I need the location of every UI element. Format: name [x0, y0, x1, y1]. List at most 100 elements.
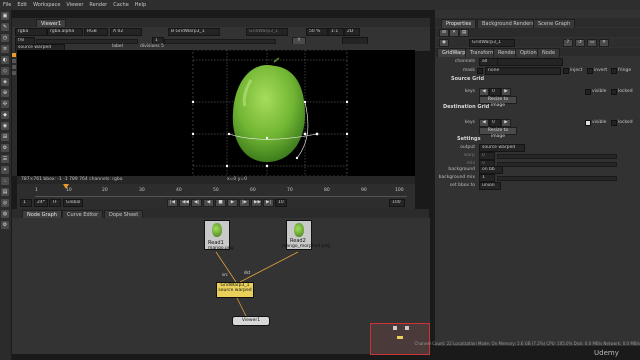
cara-icon[interactable]: ◎	[1, 199, 9, 207]
image-icon[interactable]: ▣	[1, 12, 9, 20]
warp-field[interactable]: 0	[479, 152, 495, 160]
ratio-dropdown[interactable]: 1:1	[328, 28, 344, 36]
source-visible-checkbox[interactable]	[585, 89, 591, 95]
color-icon[interactable]: ◐	[1, 56, 9, 64]
zoom-dropdown[interactable]: 50 %	[306, 28, 328, 36]
fringe-checkbox[interactable]	[611, 68, 617, 74]
channel-icon[interactable]: ≡	[1, 45, 9, 53]
input-c-dropdown[interactable]: GridWarp3_1	[246, 28, 288, 36]
label-toggle[interactable]: label	[112, 44, 123, 49]
mask-dropdown[interactable]: none	[485, 67, 561, 75]
first-frame-icon[interactable]: |◀	[167, 199, 178, 207]
furnace-icon[interactable]: ✦	[1, 166, 9, 174]
stop-icon[interactable]: ■	[215, 199, 226, 207]
mix-slider[interactable]	[497, 162, 617, 167]
transform-icon[interactable]: ✣	[1, 100, 9, 108]
views-icon[interactable]: ◉	[1, 122, 9, 130]
node-name-field[interactable]: GridWarp3_1	[469, 39, 515, 47]
play-icon[interactable]: ▶	[227, 199, 238, 207]
time-icon[interactable]: ◷	[1, 34, 9, 42]
invert-checkbox[interactable]	[587, 68, 593, 74]
clear-icon[interactable]: ✕	[449, 29, 459, 37]
dest-resize-button[interactable]: Resize to image	[479, 127, 517, 139]
background-mix-slider[interactable]	[497, 176, 617, 181]
node-color-icon[interactable]: ◉	[439, 39, 449, 47]
tab-background-renders[interactable]: Background Renders	[477, 19, 539, 28]
step-field[interactable]: 10	[275, 199, 287, 207]
subtab-node[interactable]: Node	[537, 48, 561, 57]
global-dropdown[interactable]: Global	[63, 199, 83, 207]
inject-checkbox[interactable]	[563, 68, 569, 74]
alpha-dropdown[interactable]: rgba.alpha	[47, 28, 83, 36]
view-mode-dropdown[interactable]: 2D	[344, 28, 360, 36]
tab-properties[interactable]: Properties	[441, 19, 477, 28]
select-tool-icon[interactable]	[12, 53, 16, 57]
colorspace-dropdown[interactable]: RGB	[84, 28, 108, 36]
channels-extra-field[interactable]	[497, 58, 563, 66]
channels-dropdown[interactable]: rgba	[15, 28, 47, 36]
tab-scene-graph[interactable]: Scene Graph	[533, 19, 576, 28]
dest-locked-checkbox[interactable]	[611, 120, 617, 126]
menu-viewer[interactable]: Viewer	[63, 0, 86, 8]
channels-field[interactable]: all	[479, 58, 499, 66]
play-back-icon[interactable]: ◀	[203, 199, 214, 207]
output-dropdown[interactable]: source warped	[479, 144, 525, 152]
source-locked-checkbox[interactable]	[611, 89, 617, 95]
input-b-dropdown[interactable]: B GridWarp3_1	[168, 28, 220, 36]
keyer-icon[interactable]: ◈	[1, 78, 9, 86]
source-resize-button[interactable]: Resize to image	[479, 96, 517, 108]
draw-icon[interactable]: ✎	[1, 23, 9, 31]
node-graph[interactable]: Read1 mango.png Read2 mango_morphed.png …	[12, 218, 430, 355]
3d-icon[interactable]: ◆	[1, 111, 9, 119]
set-bbox-dropdown[interactable]: union	[479, 182, 501, 190]
menu-cache[interactable]: Cache	[110, 0, 132, 8]
deep-icon[interactable]: ▤	[1, 188, 9, 196]
prev-frame-icon[interactable]: ◀|	[191, 199, 202, 207]
menu-help[interactable]: Help	[132, 0, 149, 8]
divisions-field[interactable]: divisions 5	[140, 44, 164, 49]
revert-icon[interactable]: ↺	[575, 39, 585, 47]
fps-field[interactable]: 24*	[34, 199, 48, 207]
float-icon[interactable]: ▭	[587, 39, 597, 47]
settings-icon[interactable]: ⚙	[1, 221, 9, 229]
lock-icon[interactable]: ⊟	[439, 29, 449, 37]
viewer-canvas[interactable]	[17, 49, 415, 177]
menu-render[interactable]: Render	[86, 0, 110, 8]
node-viewer1[interactable]: Viewer1	[232, 316, 270, 326]
source-keys-prev-icon[interactable]: ◀	[479, 88, 489, 96]
prev-key-icon[interactable]: ◀◀	[179, 199, 190, 207]
next-frame-icon[interactable]: |▶	[239, 199, 250, 207]
background-mix-field[interactable]: 1	[479, 174, 495, 182]
menu-file[interactable]: File	[0, 0, 14, 8]
dest-visible-checkbox[interactable]	[585, 120, 591, 126]
other-icon[interactable]: ☰	[1, 155, 9, 163]
mask-checkbox[interactable]	[477, 68, 483, 74]
last-frame-icon[interactable]: ▶|	[263, 199, 274, 207]
merge-icon[interactable]: ⊕	[1, 89, 9, 97]
warp-slider[interactable]	[497, 154, 617, 159]
menu-edit[interactable]: Edit	[14, 0, 30, 8]
draw-tool-icon[interactable]	[12, 59, 16, 63]
max-panels-icon[interactable]: ▤	[459, 29, 469, 37]
background-dropdown[interactable]: on bb	[479, 166, 503, 174]
filter-icon[interactable]: ◇	[1, 67, 9, 75]
end-frame-field[interactable]: 100	[389, 199, 405, 207]
source-keys-next-icon[interactable]: ▶	[501, 88, 511, 96]
next-key-icon[interactable]: ▶▶	[251, 199, 262, 207]
dest-keys-field[interactable]: 0	[489, 119, 501, 127]
node-graph-minimap[interactable]	[370, 323, 430, 355]
dest-keys-next-icon[interactable]: ▶	[501, 119, 511, 127]
timeline[interactable]: 1 10 20 30 40 50 60 70 80 90 100 1 24* T…	[17, 184, 415, 212]
dest-keys-prev-icon[interactable]: ◀	[479, 119, 489, 127]
toolsets-icon[interactable]: ⚙	[1, 144, 9, 152]
playhead-icon[interactable]	[63, 184, 69, 189]
node-gridwarp[interactable]: GridWarp3_1 source warped	[216, 282, 254, 298]
timeline-ruler[interactable]: 1 10 20 30 40 50 60 70 80 90 100	[35, 184, 407, 197]
close-panel-icon[interactable]: ✕	[599, 39, 609, 47]
particles-icon[interactable]: ∴	[1, 177, 9, 185]
python-icon[interactable]: ◍	[1, 210, 9, 218]
source-keys-field[interactable]: 0	[489, 88, 501, 96]
metadata-icon[interactable]: ⊞	[1, 133, 9, 141]
tf-dropdown[interactable]: TF	[49, 199, 61, 207]
frame-field[interactable]: 1	[20, 199, 32, 207]
